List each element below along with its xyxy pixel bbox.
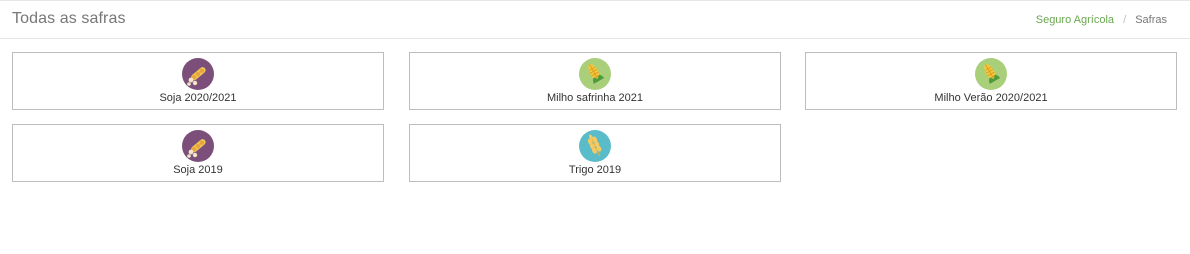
soy-icon xyxy=(182,130,214,162)
crop-card-soja-2020-2021[interactable]: Soja 2020/2021 xyxy=(12,52,384,110)
corn-icon xyxy=(975,58,1007,90)
crop-card-label: Trigo 2019 xyxy=(568,164,622,176)
breadcrumb-separator: / xyxy=(1123,14,1127,26)
breadcrumb-current: Safras xyxy=(1135,14,1167,26)
crop-card-soja-2019[interactable]: Soja 2019 xyxy=(12,124,384,182)
crop-card-trigo-2019[interactable]: Trigo 2019 xyxy=(409,124,781,182)
crop-card-milho-safrinha-2021[interactable]: Milho safrinha 2021 xyxy=(409,52,781,110)
wheat-icon xyxy=(579,130,611,162)
crop-card-label: Milho Verão 2020/2021 xyxy=(934,92,1048,104)
crop-card-label: Milho safrinha 2021 xyxy=(546,92,643,104)
crop-card-milho-verao-2020-2021[interactable]: Milho Verão 2020/2021 xyxy=(805,52,1177,110)
crop-card-label: Soja 2020/2021 xyxy=(159,92,237,104)
corn-icon xyxy=(579,58,611,90)
page-title: Todas as safras xyxy=(12,10,126,27)
soy-icon xyxy=(182,58,214,90)
page-header: Todas as safras Seguro Agrícola / Safras xyxy=(0,0,1190,39)
breadcrumb: Seguro Agrícola / Safras xyxy=(1036,14,1167,26)
crop-card-label: Soja 2019 xyxy=(173,164,223,176)
breadcrumb-link-seguro-agricola[interactable]: Seguro Agrícola xyxy=(1036,14,1114,26)
